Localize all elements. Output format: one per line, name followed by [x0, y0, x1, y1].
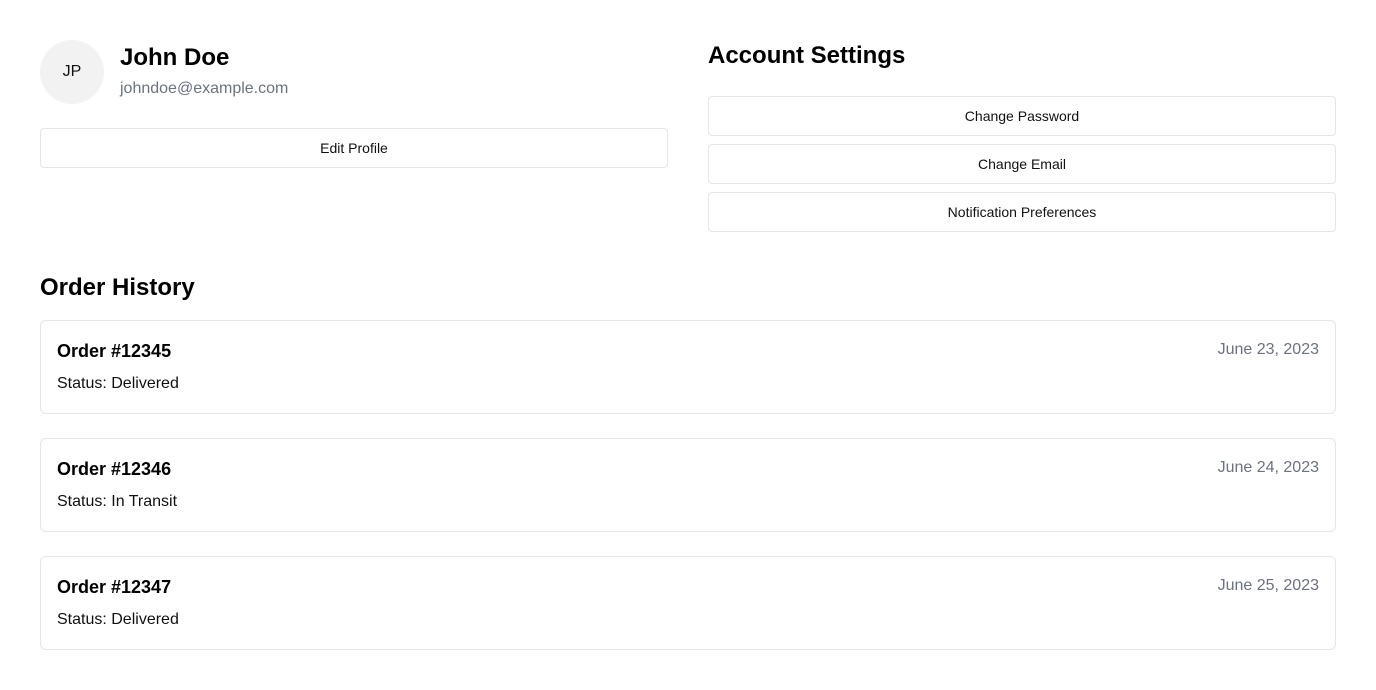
profile-page: JP John Doe johndoe@example.com Edit Pro…	[0, 0, 1376, 690]
account-settings-title: Account Settings	[708, 42, 906, 69]
order-date: June 25, 2023	[1217, 577, 1319, 594]
profile-email: johndoe@example.com	[120, 80, 289, 97]
order-card[interactable]: Order #12346 June 24, 2023 Status: In Tr…	[40, 438, 1336, 532]
top-row: JP John Doe johndoe@example.com Edit Pro…	[40, 40, 1336, 232]
profile-info: John Doe johndoe@example.com	[120, 40, 288, 100]
order-date: June 24, 2023	[1217, 459, 1319, 476]
order-history-section: Order History Order #12345 June 23, 2023…	[40, 272, 1336, 650]
edit-profile-button[interactable]: Edit Profile	[40, 128, 668, 168]
order-id: Order #12346	[57, 459, 172, 479]
account-settings-list: Change Password Change Email Notificatio…	[708, 96, 1336, 232]
order-card[interactable]: Order #12347 June 25, 2023 Status: Deliv…	[40, 556, 1336, 650]
order-id: Order #12347	[57, 577, 172, 597]
account-settings-section: Account Settings Change Password Change …	[708, 40, 1336, 232]
profile-section: JP John Doe johndoe@example.com Edit Pro…	[40, 40, 668, 232]
order-status: Status: Delivered	[57, 375, 179, 392]
notification-preferences-button[interactable]: Notification Preferences	[708, 192, 1336, 232]
order-history-title: Order History	[40, 274, 195, 301]
order-date: June 23, 2023	[1217, 341, 1319, 358]
avatar: JP	[40, 40, 104, 104]
order-id: Order #12345	[57, 341, 172, 361]
profile-header: JP John Doe johndoe@example.com	[40, 40, 668, 104]
profile-name: John Doe	[120, 44, 230, 71]
order-status: Status: Delivered	[57, 611, 179, 628]
order-status: Status: In Transit	[57, 493, 178, 510]
change-password-button[interactable]: Change Password	[708, 96, 1336, 136]
order-list: Order #12345 June 23, 2023 Status: Deliv…	[40, 320, 1336, 650]
order-card[interactable]: Order #12345 June 23, 2023 Status: Deliv…	[40, 320, 1336, 414]
avatar-initials: JP	[62, 63, 82, 80]
change-email-button[interactable]: Change Email	[708, 144, 1336, 184]
